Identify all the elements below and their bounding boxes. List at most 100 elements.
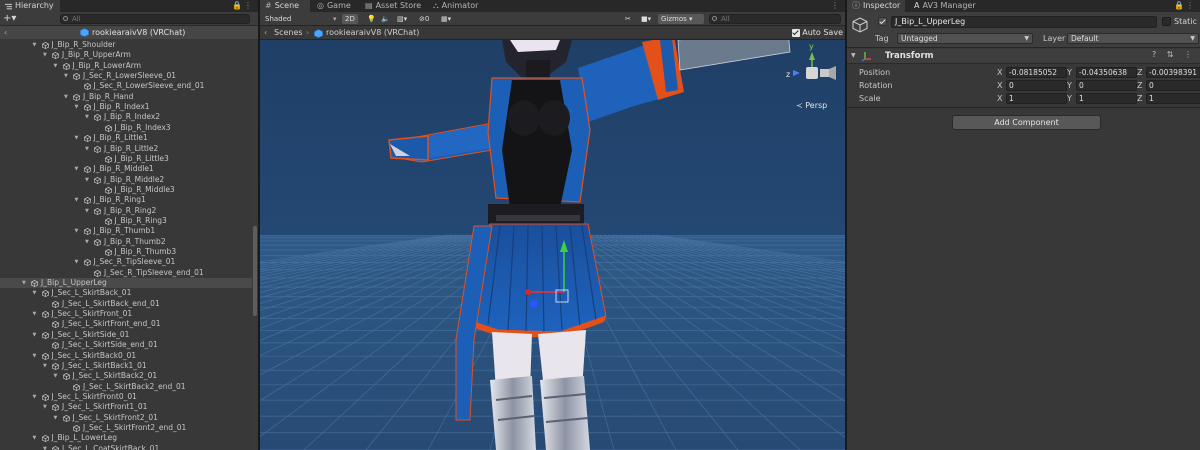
hierarchy-row[interactable]: ▼ J_Bip_R_Index1 — [0, 102, 252, 112]
expand-arrow-icon[interactable]: ▼ — [75, 195, 79, 205]
hierarchy-row[interactable]: ▼ J_Bip_R_Little1 — [0, 133, 252, 143]
effects-icon[interactable]: ▧▾ — [394, 14, 410, 24]
expand-arrow-icon[interactable]: ▼ — [22, 278, 26, 288]
hierarchy-row[interactable]: ▼ J_Sec_R_LowerSleeve_01 — [0, 71, 252, 81]
visibility-icon[interactable]: ⊘0 — [416, 14, 432, 24]
hierarchy-row[interactable]: J_Bip_R_Middle3 — [0, 185, 252, 195]
expand-arrow-icon[interactable]: ▼ — [75, 133, 79, 143]
hierarchy-row[interactable]: ▼ J_Sec_L_SkirtFront1_01 — [0, 402, 252, 412]
z-value-field[interactable]: 1 — [1146, 93, 1200, 104]
expand-arrow-icon[interactable]: ▼ — [85, 175, 89, 185]
axis-label[interactable]: Z — [1137, 94, 1142, 103]
axis-label[interactable]: Z — [1137, 68, 1142, 77]
x-value-field[interactable]: 0 — [1006, 80, 1067, 91]
hierarchy-row[interactable]: ▼ J_Bip_R_Shoulder — [0, 40, 252, 50]
projection-toggle[interactable]: ≺ Persp — [796, 101, 827, 110]
axis-label[interactable]: X — [997, 68, 1002, 77]
y-value-field[interactable]: 1 — [1076, 93, 1137, 104]
expand-arrow-icon[interactable]: ▼ — [43, 402, 47, 412]
expand-arrow-icon[interactable]: ▼ — [54, 61, 58, 71]
hierarchy-row[interactable]: J_Bip_R_Thumb3 — [0, 247, 252, 257]
tab-hierarchy[interactable]: Hierarchy — [0, 0, 60, 12]
hierarchy-scroll-thumb[interactable] — [253, 226, 257, 316]
hierarchy-row[interactable]: J_Sec_R_LowerSleeve_end_01 — [0, 81, 252, 91]
tab-game[interactable]: ◎ Game — [312, 0, 357, 12]
expand-arrow-icon[interactable]: ▼ — [75, 164, 79, 174]
tag-dropdown[interactable]: Untagged ▼ — [897, 33, 1033, 44]
active-checkbox[interactable] — [878, 17, 887, 26]
lighting-icon[interactable]: 💡 — [364, 14, 379, 24]
axis-label[interactable]: Y — [1067, 68, 1072, 77]
expand-arrow-icon[interactable]: ▼ — [43, 361, 47, 371]
static-checkbox[interactable] — [1162, 17, 1171, 26]
create-button[interactable]: +▾ — [3, 13, 21, 24]
hierarchy-row[interactable]: ▼ J_Bip_L_LowerLeg — [0, 433, 252, 443]
scene-search-input[interactable]: All — [709, 14, 841, 24]
auto-save-checkbox[interactable] — [792, 28, 801, 37]
hierarchy-row[interactable]: J_Bip_R_Index3 — [0, 123, 252, 133]
scene-viewport[interactable]: y z — [260, 40, 845, 450]
hierarchy-row[interactable]: ▼ J_Bip_R_Middle2 — [0, 175, 252, 185]
fold-arrow-icon[interactable]: ▼ — [851, 52, 856, 59]
axis-label[interactable]: Y — [1067, 81, 1072, 90]
hierarchy-row[interactable]: ▼ J_Bip_R_Hand — [0, 92, 252, 102]
component-actions-icon[interactable]: ? ⇅ ⋮ — [1152, 50, 1196, 59]
back-arrow-icon[interactable]: ‹ — [4, 26, 7, 39]
transform-header[interactable]: ▼ Transform ? ⇅ ⋮ — [847, 49, 1200, 64]
y-value-field[interactable]: -0.04350638 — [1076, 67, 1137, 78]
add-component-button[interactable]: Add Component — [952, 115, 1101, 130]
panel-menu-icon[interactable]: 🔒⋮ — [232, 1, 254, 10]
hierarchy-row[interactable]: ▼ J_Bip_R_Little2 — [0, 144, 252, 154]
breadcrumb-back-icon[interactable]: ‹ — [264, 26, 267, 40]
auto-save-toggle[interactable]: Auto Save — [792, 28, 843, 37]
hierarchy-row[interactable]: ▼ J_Sec_L_SkirtFront2_01 — [0, 413, 252, 423]
shading-mode-dropdown[interactable]: Shaded — [262, 14, 294, 24]
hierarchy-row[interactable]: ▼ J_Sec_L_SkirtFront_01 — [0, 309, 252, 319]
expand-arrow-icon[interactable]: ▼ — [75, 226, 79, 236]
expand-arrow-icon[interactable]: ▼ — [85, 144, 89, 154]
expand-arrow-icon[interactable]: ▼ — [85, 237, 89, 247]
breadcrumb-scene[interactable]: rookiearaivV8 (VRChat) — [314, 26, 419, 40]
hierarchy-row[interactable]: ▼ J_Bip_R_Ring1 — [0, 195, 252, 205]
expand-arrow-icon[interactable]: ▼ — [43, 50, 47, 60]
tab-scene[interactable]: # Scene — [260, 0, 310, 12]
expand-arrow-icon[interactable]: ▼ — [33, 433, 37, 443]
expand-arrow-icon[interactable]: ▼ — [64, 71, 68, 81]
z-value-field[interactable]: 0 — [1146, 80, 1200, 91]
expand-arrow-icon[interactable]: ▼ — [33, 351, 37, 361]
hierarchy-row[interactable]: ▼ J_Sec_L_SkirtFront0_01 — [0, 392, 252, 402]
camera-icon[interactable]: ■▾ — [638, 14, 654, 24]
tab-av3-manager[interactable]: A AV3 Manager — [909, 0, 982, 12]
toggle-2d-button[interactable]: 2D — [342, 14, 358, 24]
expand-arrow-icon[interactable]: ▼ — [33, 392, 37, 402]
hierarchy-row[interactable]: ▼ J_Sec_L_SkirtBack1_01 — [0, 361, 252, 371]
scene-menu-icon[interactable]: ⋮ — [831, 1, 841, 10]
hierarchy-row[interactable]: ▼ J_Sec_L_CoatSkirtBack_01 — [0, 444, 252, 450]
expand-arrow-icon[interactable]: ▼ — [33, 288, 37, 298]
axis-label[interactable]: X — [997, 94, 1002, 103]
hierarchy-row[interactable]: J_Sec_L_SkirtFront2_end_01 — [0, 423, 252, 433]
shading-caret-icon[interactable]: ▾ — [330, 14, 340, 24]
expand-arrow-icon[interactable]: ▼ — [64, 92, 68, 102]
hierarchy-row[interactable]: ▼ J_Bip_R_LowerArm — [0, 61, 252, 71]
axis-label[interactable]: Z — [1137, 81, 1142, 90]
hierarchy-row[interactable]: J_Bip_R_Ring3 — [0, 216, 252, 226]
expand-arrow-icon[interactable]: ▼ — [43, 444, 47, 450]
expand-arrow-icon[interactable]: ▼ — [54, 371, 58, 381]
expand-arrow-icon[interactable]: ▼ — [75, 102, 79, 112]
tab-asset-store[interactable]: ▤ Asset Store — [360, 0, 427, 12]
hierarchy-row[interactable]: ▼ J_Bip_R_Thumb1 — [0, 226, 252, 236]
breadcrumb-scenes[interactable]: Scenes — [274, 26, 303, 40]
axis-label[interactable]: Y — [1067, 94, 1072, 103]
hierarchy-row[interactable]: J_Sec_L_SkirtBack2_end_01 — [0, 382, 252, 392]
transform-row-label[interactable]: Position — [859, 68, 890, 77]
expand-arrow-icon[interactable]: ▼ — [85, 206, 89, 216]
hierarchy-row[interactable]: J_Sec_L_SkirtBack_end_01 — [0, 299, 252, 309]
hierarchy-row[interactable]: ▼ J_Bip_R_UpperArm — [0, 50, 252, 60]
hierarchy-search-input[interactable]: All — [60, 14, 250, 24]
axis-label[interactable]: X — [997, 81, 1002, 90]
tools-icon[interactable]: ✂ — [622, 14, 634, 24]
expand-arrow-icon[interactable]: ▼ — [33, 40, 37, 50]
z-value-field[interactable]: -0.00398391 — [1146, 67, 1200, 78]
hierarchy-row[interactable]: ▼ J_Bip_R_Thumb2 — [0, 237, 252, 247]
